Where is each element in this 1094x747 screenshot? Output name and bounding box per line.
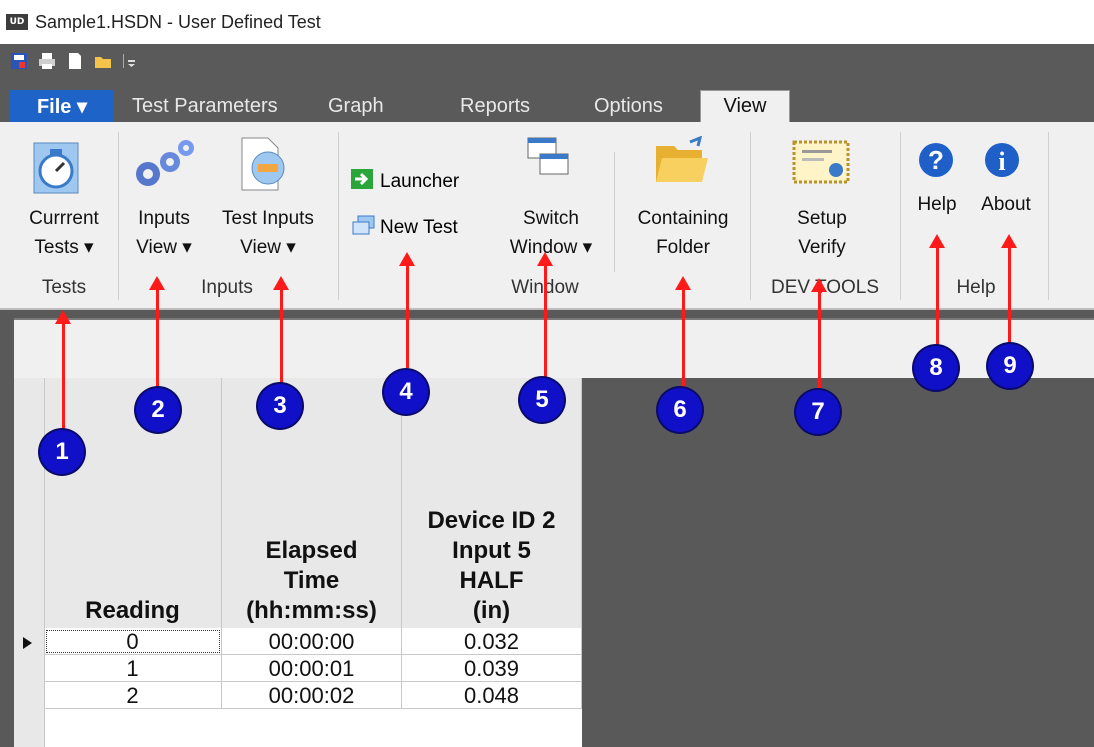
current-tests-icon	[30, 137, 86, 202]
certificate-icon	[792, 140, 850, 189]
current-tests-button[interactable]: Currrent Tests ▾	[16, 204, 112, 262]
help-icon: ?	[918, 142, 954, 183]
annotation-marker-6: 6	[658, 388, 702, 432]
group-label-tests: Tests	[41, 277, 87, 298]
tab-file[interactable]: File ▾	[10, 90, 114, 122]
tab-view[interactable]: View	[700, 90, 790, 122]
annotation-arrowhead	[273, 276, 289, 290]
open-folder-icon[interactable]	[94, 52, 112, 70]
tab-test-parameters[interactable]: Test Parameters	[132, 90, 278, 122]
inputs-view-button[interactable]: Inputs View ▾	[124, 204, 204, 262]
annotation-marker-3: 3	[258, 384, 302, 428]
row-header-column	[14, 378, 45, 747]
readings-grid: Reading Elapsed Time (hh:mm:ss) Device I…	[14, 378, 582, 747]
annotation-marker-4: 4	[384, 370, 428, 414]
customize-toolbar-icon[interactable]	[122, 52, 136, 70]
group-divider	[900, 132, 901, 300]
table-cell-value[interactable]: 0.048	[402, 682, 582, 709]
annotation-arrowhead	[537, 252, 553, 266]
annotation-arrowhead	[1001, 234, 1017, 248]
current-row-indicator	[22, 636, 34, 655]
annotation-arrow	[936, 246, 939, 348]
annotation-arrow	[280, 288, 283, 390]
annotation-marker-2: 2	[136, 388, 180, 432]
annotation-arrowhead	[811, 278, 827, 292]
help-button[interactable]: Help	[908, 190, 966, 219]
containing-folder-button[interactable]: Containing Folder	[620, 204, 746, 262]
switch-window-icon	[526, 136, 570, 181]
app-icon: UD	[6, 14, 28, 30]
save-as-icon[interactable]	[10, 52, 28, 70]
tab-options[interactable]: Options	[594, 90, 663, 122]
launcher-button[interactable]: Launcher	[350, 168, 459, 195]
annotation-marker-7: 7	[796, 390, 840, 434]
table-cell-reading[interactable]: 2	[44, 682, 222, 709]
annotation-arrow	[156, 288, 159, 390]
table-cell-reading[interactable]: 1	[44, 655, 222, 682]
annotation-arrowhead	[55, 310, 71, 324]
group-divider	[750, 132, 751, 300]
annotation-arrow	[544, 264, 547, 386]
print-icon[interactable]	[38, 52, 56, 70]
column-header-elapsed-time[interactable]: Elapsed Time (hh:mm:ss)	[222, 378, 402, 628]
setup-verify-button[interactable]: Setup Verify	[756, 204, 888, 262]
new-test-button[interactable]: New Test	[352, 214, 458, 241]
annotation-arrowhead	[929, 234, 945, 248]
table-cell-time[interactable]: 00:00:02	[222, 682, 402, 709]
group-label-help: Help	[956, 277, 996, 298]
group-divider	[614, 152, 615, 272]
quick-access-toolbar	[0, 44, 1094, 78]
svg-text:?: ?	[928, 145, 944, 175]
annotation-arrow	[1008, 246, 1011, 346]
info-icon: i	[984, 142, 1020, 183]
launcher-icon	[350, 168, 374, 195]
group-divider	[1048, 132, 1049, 300]
table-cell-value[interactable]: 0.032	[402, 628, 582, 655]
folder-icon	[654, 135, 710, 191]
annotation-arrow	[682, 288, 685, 388]
empty-workspace	[582, 378, 1094, 747]
new-file-icon[interactable]	[66, 52, 84, 70]
new-test-icon	[352, 214, 376, 241]
group-divider	[338, 132, 339, 300]
table-cell-time[interactable]: 00:00:01	[222, 655, 402, 682]
annotation-arrow	[62, 322, 65, 432]
column-header-reading[interactable]: Reading	[44, 378, 222, 628]
tab-reports[interactable]: Reports	[460, 90, 530, 122]
annotation-marker-1: 1	[40, 430, 84, 474]
svg-text:i: i	[998, 147, 1005, 176]
annotation-arrow	[406, 264, 409, 368]
annotation-arrowhead	[149, 276, 165, 290]
table-cell-value[interactable]: 0.039	[402, 655, 582, 682]
table-cell-reading[interactable]: 0	[44, 628, 222, 655]
annotation-arrow	[818, 290, 821, 390]
title-bar: UD Sample1.HSDN - User Defined Test	[0, 0, 1094, 44]
document-input-icon	[238, 136, 288, 197]
annotation-marker-8: 8	[914, 346, 958, 390]
about-button[interactable]: About	[970, 190, 1042, 219]
ribbon-tabs: File ▾ Test Parameters Graph Reports Opt…	[0, 78, 1094, 122]
test-inputs-view-button[interactable]: Test Inputs View ▾	[206, 204, 330, 262]
gears-icon	[132, 138, 196, 193]
annotation-arrowhead	[399, 252, 415, 266]
annotation-arrowhead	[675, 276, 691, 290]
table-cell-time[interactable]: 00:00:00	[222, 628, 402, 655]
group-divider	[118, 132, 119, 300]
tab-graph[interactable]: Graph	[328, 90, 384, 122]
window-title: Sample1.HSDN - User Defined Test	[35, 11, 321, 32]
annotation-marker-9: 9	[988, 344, 1032, 388]
annotation-marker-5: 5	[520, 378, 564, 422]
